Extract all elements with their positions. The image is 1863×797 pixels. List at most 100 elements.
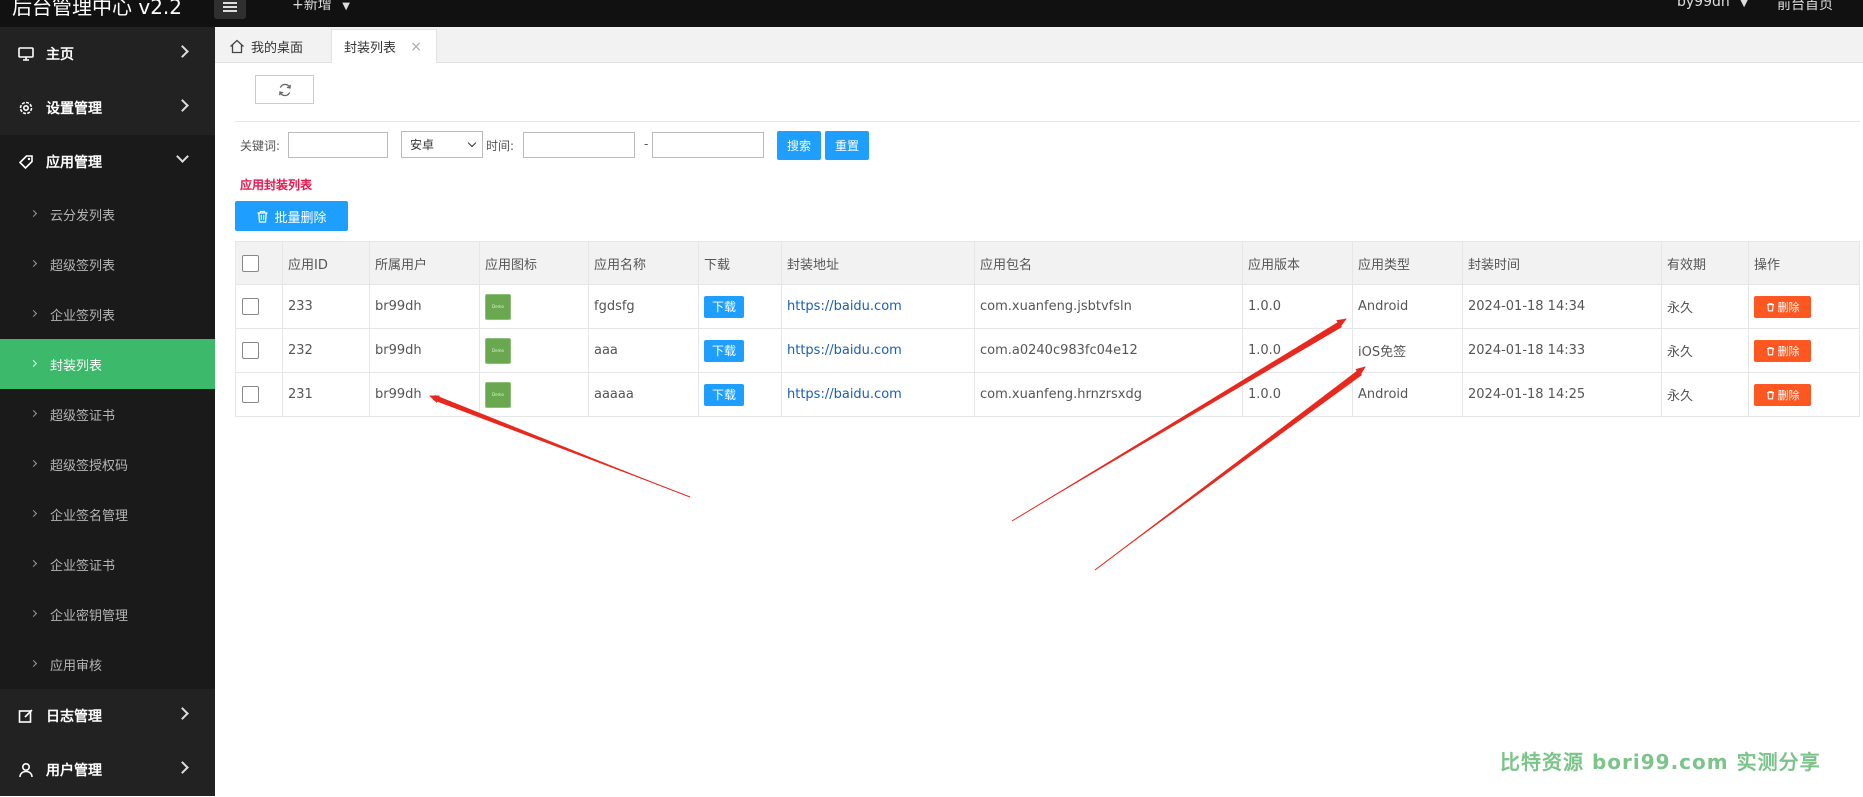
- time-range-dash: -: [644, 137, 649, 151]
- delete-button[interactable]: 删除: [1754, 295, 1811, 318]
- validity-cell: 永久: [1661, 372, 1749, 417]
- app-management-submenu: 云分发列表 超级签列表 企业签列表 封装列表 超级签证书 超级签授权码 企业签名…: [0, 189, 215, 689]
- refresh-icon: [278, 83, 291, 96]
- sidebar-item-enterprise-key[interactable]: 企业密钥管理: [0, 589, 215, 639]
- user-cell: br99dh: [369, 372, 480, 417]
- sidebar-item-enterprise-signature[interactable]: 企业签名管理: [0, 489, 215, 539]
- sidebar-item-cloud-distribution[interactable]: 云分发列表: [0, 189, 215, 239]
- reset-button[interactable]: 重置: [825, 131, 869, 160]
- column-header: 应用图标: [479, 241, 589, 285]
- sidebar: 主页 设置管理 应用管理 云分发列表 超级签列表 企业签列表 封装列表 超级签证…: [0, 27, 215, 796]
- time-end-input[interactable]: [652, 132, 764, 158]
- validity-cell: 永久: [1661, 328, 1749, 373]
- search-button[interactable]: 搜索: [777, 131, 821, 160]
- column-header: 应用名称: [588, 241, 699, 285]
- time-start-input[interactable]: [523, 132, 635, 158]
- user-menu[interactable]: by99dh ▼: [1677, 0, 1748, 10]
- column-header: 操作: [1748, 241, 1860, 285]
- validity-cell: 永久: [1661, 284, 1749, 329]
- delete-button[interactable]: 删除: [1754, 383, 1811, 406]
- select-all-checkbox[interactable]: [242, 254, 259, 272]
- package-name-cell: com.xuanfeng.hrnzrsxdg: [974, 372, 1243, 417]
- download-button[interactable]: 下载: [704, 295, 744, 318]
- sidebar-item-settings[interactable]: 设置管理: [0, 81, 215, 135]
- row-checkbox[interactable]: [242, 386, 259, 403]
- package-name-cell: com.xuanfeng.jsbtvfsln: [974, 284, 1243, 329]
- version-cell: 1.0.0: [1242, 372, 1353, 417]
- sidebar-item-super-sign-cert[interactable]: 超级签证书: [0, 389, 215, 439]
- table-row: 233 br99dh Demo fgdsfg 下载 https://baidu.…: [235, 284, 1860, 329]
- sidebar-item-log-management[interactable]: 日志管理: [0, 689, 215, 743]
- sidebar-item-label: 日志管理: [46, 709, 102, 725]
- trash-icon: [1766, 390, 1774, 399]
- sidebar-item-app-review[interactable]: 应用审核: [0, 639, 215, 689]
- tab-my-desktop[interactable]: 我的桌面: [229, 29, 303, 63]
- select-all-cell: [235, 241, 283, 285]
- table-row: 231 br99dh Demo aaaaa 下载 https://baidu.c…: [235, 372, 1860, 417]
- chevron-right-icon: [29, 509, 38, 518]
- package-table: 应用ID 所属用户 应用图标 应用名称 下载 封装地址 应用包名 应用版本 应用…: [235, 241, 1860, 417]
- sidebar-item-label: 用户管理: [46, 763, 102, 779]
- sidebar-item-label: 主页: [46, 47, 74, 63]
- app-icon-image: Demo: [485, 293, 511, 320]
- delete-button[interactable]: 删除: [1754, 339, 1811, 362]
- app-id-cell: 232: [282, 328, 370, 373]
- app-id-cell: 231: [282, 372, 370, 417]
- gear-icon: [18, 100, 34, 116]
- add-new-menu[interactable]: +新增 ▼: [292, 0, 350, 14]
- app-type-cell: Android: [1352, 284, 1463, 329]
- sidebar-item-label: 设置管理: [46, 101, 102, 117]
- monitor-icon: [18, 46, 34, 62]
- chevron-right-icon: [176, 45, 189, 58]
- package-time-cell: 2024-01-18 14:25: [1462, 372, 1662, 417]
- divider: [235, 121, 1860, 122]
- chevron-right-icon: [29, 459, 38, 468]
- sidebar-item-enterprise-sign-list[interactable]: 企业签列表: [0, 289, 215, 339]
- chevron-right-icon: [29, 609, 38, 618]
- app-name-cell: aaa: [588, 328, 699, 373]
- top-header: 后台管理中心 v2.2 +新增 ▼ by99dh ▼ 前台首页: [0, 0, 1863, 27]
- version-cell: 1.0.0: [1242, 284, 1353, 329]
- platform-select[interactable]: 安卓: [401, 131, 483, 158]
- column-header: 应用版本: [1242, 241, 1353, 285]
- caret-down-icon: ▼: [1740, 0, 1748, 9]
- row-checkbox[interactable]: [242, 342, 259, 359]
- sidebar-item-user-management[interactable]: 用户管理: [0, 743, 215, 797]
- column-header: 有效期: [1661, 241, 1749, 285]
- download-button[interactable]: 下载: [704, 339, 744, 362]
- package-url-link[interactable]: https://baidu.com: [787, 343, 902, 358]
- sidebar-item-app-management[interactable]: 应用管理: [0, 135, 215, 189]
- app-type-cell: Android: [1352, 372, 1463, 417]
- column-header: 封装时间: [1462, 241, 1662, 285]
- chevron-right-icon: [176, 761, 189, 774]
- menu-toggle-button[interactable]: [214, 0, 246, 19]
- trash-icon: [1766, 302, 1774, 311]
- refresh-button[interactable]: [255, 75, 314, 104]
- user-icon: [18, 762, 34, 778]
- frontend-home-link[interactable]: 前台首页: [1777, 0, 1833, 14]
- chevron-right-icon: [29, 409, 38, 418]
- table-header-row: 应用ID 所属用户 应用图标 应用名称 下载 封装地址 应用包名 应用版本 应用…: [235, 241, 1860, 285]
- version-cell: 1.0.0: [1242, 328, 1353, 373]
- package-url-link[interactable]: https://baidu.com: [787, 299, 902, 314]
- sidebar-item-enterprise-cert[interactable]: 企业签证书: [0, 539, 215, 589]
- sidebar-item-super-sign-auth-code[interactable]: 超级签授权码: [0, 439, 215, 489]
- hamburger-icon: [223, 2, 237, 12]
- watermark-text: 比特资源 bori99.com 实测分享: [1500, 750, 1821, 774]
- download-button[interactable]: 下载: [704, 383, 744, 406]
- chevron-right-icon: [29, 209, 38, 218]
- row-checkbox[interactable]: [242, 298, 259, 315]
- time-label: 时间:: [486, 139, 515, 153]
- sidebar-item-super-sign-list[interactable]: 超级签列表: [0, 239, 215, 289]
- batch-delete-button[interactable]: 批量删除: [235, 201, 348, 231]
- column-header: 下载: [698, 241, 782, 285]
- app-id-cell: 233: [282, 284, 370, 329]
- package-time-cell: 2024-01-18 14:33: [1462, 328, 1662, 373]
- sidebar-item-package-list[interactable]: 封装列表: [0, 339, 215, 389]
- package-url-link[interactable]: https://baidu.com: [787, 387, 902, 402]
- close-icon[interactable]: ×: [410, 39, 422, 55]
- keyword-input[interactable]: [288, 132, 388, 158]
- sidebar-item-home[interactable]: 主页: [0, 27, 215, 81]
- chevron-down-icon: [467, 138, 477, 148]
- tab-package-list[interactable]: 封装列表 ×: [331, 29, 437, 63]
